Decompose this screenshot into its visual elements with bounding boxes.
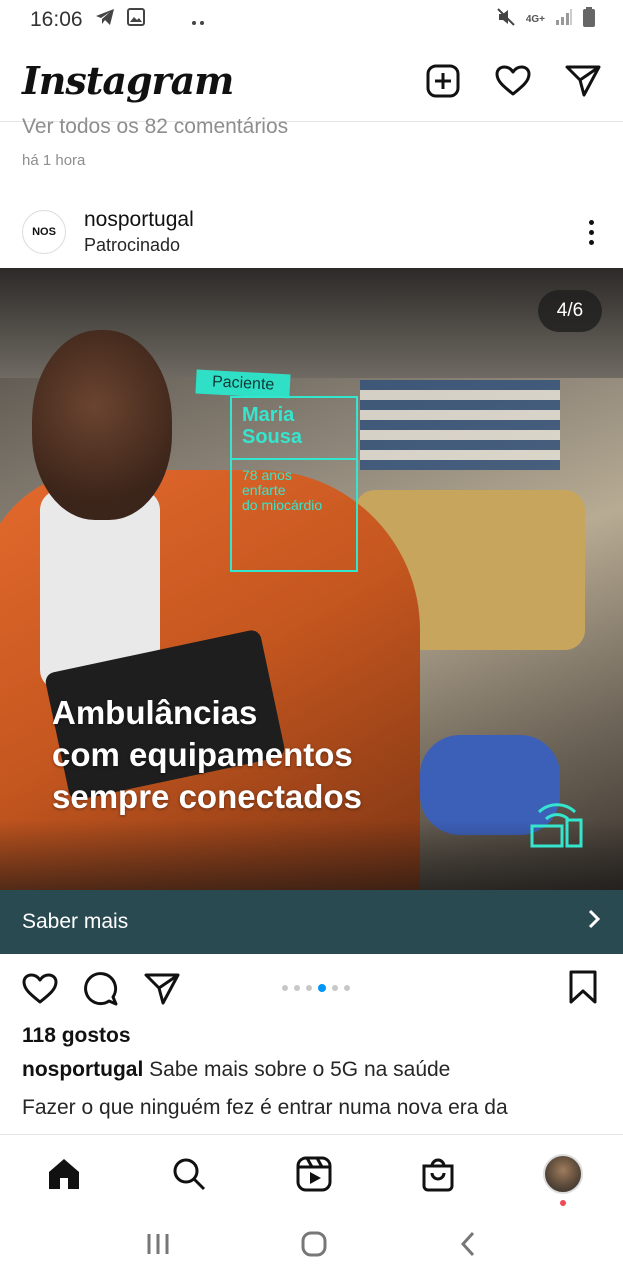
signal-icon [555, 8, 573, 32]
post-timestamp: há 1 hora [22, 152, 86, 169]
patient-name-line2: Sousa [242, 426, 303, 448]
caption-continuation[interactable]: Fazer o que ninguém fez é entrar numa no… [22, 1096, 612, 1134]
gallery-icon [126, 8, 145, 32]
view-all-comments-link[interactable]: Ver todos os 82 comentários [22, 115, 288, 139]
carousel-dot [306, 985, 312, 991]
patient-card: Maria Sousa 78 anos enfarte do miocárdio [230, 396, 358, 572]
post-username[interactable]: nosportugal [84, 208, 194, 232]
caption-username[interactable]: nosportugal [22, 1058, 143, 1081]
image-window [360, 380, 560, 470]
learn-more-button[interactable]: Saber mais [0, 890, 623, 954]
reels-icon[interactable] [294, 1154, 334, 1194]
caption-text: Sabe mais sobre o 5G na saúde [149, 1058, 451, 1081]
battery-icon [583, 7, 595, 33]
headline-line3: sempre conectados [52, 778, 362, 815]
carousel-dot [294, 985, 300, 991]
direct-message-icon[interactable] [565, 63, 601, 99]
profile-avatar[interactable] [543, 1153, 583, 1206]
like-heart-icon[interactable] [22, 973, 58, 1005]
image-headline: Ambulâncias com equipamentos sempre cone… [52, 692, 362, 818]
sponsored-label: Patrocinado [84, 235, 181, 255]
status-time: 16:06 [30, 8, 83, 31]
new-post-icon[interactable] [425, 63, 461, 99]
recent-apps-icon[interactable] [145, 1232, 171, 1261]
system-navigation-bar [0, 1212, 623, 1280]
avatar-text: NOS [32, 226, 56, 238]
notification-dot [560, 1199, 566, 1206]
comment-icon[interactable] [84, 972, 118, 1006]
likes-count[interactable]: 118 gostos [22, 1024, 131, 1048]
headline-line2: com equipamentos [52, 736, 353, 773]
search-icon[interactable] [169, 1154, 209, 1194]
patient-name-line1: Maria [242, 404, 295, 426]
patient-info-line2: enfarte [242, 482, 286, 498]
carousel-indicator [282, 984, 350, 992]
chevron-right-icon [587, 909, 601, 935]
post-header: NOS nosportugal Patrocinado [0, 198, 623, 266]
image-paramedic-head [32, 330, 172, 520]
connected-device-icon [527, 790, 587, 850]
carousel-dot-active [318, 984, 326, 992]
back-icon[interactable] [458, 1230, 478, 1263]
avatar[interactable]: NOS [22, 210, 66, 254]
status-bar: 16:06 4G+ [0, 0, 623, 40]
shop-icon[interactable] [418, 1154, 458, 1194]
profile-picture [543, 1153, 583, 1194]
more-options-icon[interactable] [581, 219, 601, 245]
patient-info-line3: do miocárdio [242, 497, 323, 513]
carousel-dot [282, 985, 288, 991]
network-type: 4G+ [525, 14, 545, 25]
carousel-counter: 4/6 [538, 290, 602, 332]
home-icon[interactable] [44, 1154, 84, 1194]
patient-tag: Paciente [195, 369, 291, 399]
patient-info-line1: 78 anos [242, 467, 292, 483]
telegram-icon [95, 8, 115, 32]
bookmark-icon[interactable] [568, 970, 598, 1009]
carousel-dot [344, 985, 350, 991]
heart-icon[interactable] [495, 63, 531, 99]
bottom-navigation [0, 1134, 623, 1212]
post-caption: nosportugal Sabe mais sobre o 5G na saúd… [22, 1058, 450, 1082]
mute-icon [496, 7, 516, 33]
home-button-icon[interactable] [300, 1230, 328, 1263]
share-icon[interactable] [144, 972, 180, 1006]
more-dots-icon [191, 8, 205, 32]
carousel-dot [332, 985, 338, 991]
learn-more-label: Saber mais [22, 910, 129, 933]
app-header: Instagram [0, 40, 623, 122]
instagram-logo[interactable]: Instagram [22, 58, 234, 103]
headline-line1: Ambulâncias [52, 694, 258, 731]
